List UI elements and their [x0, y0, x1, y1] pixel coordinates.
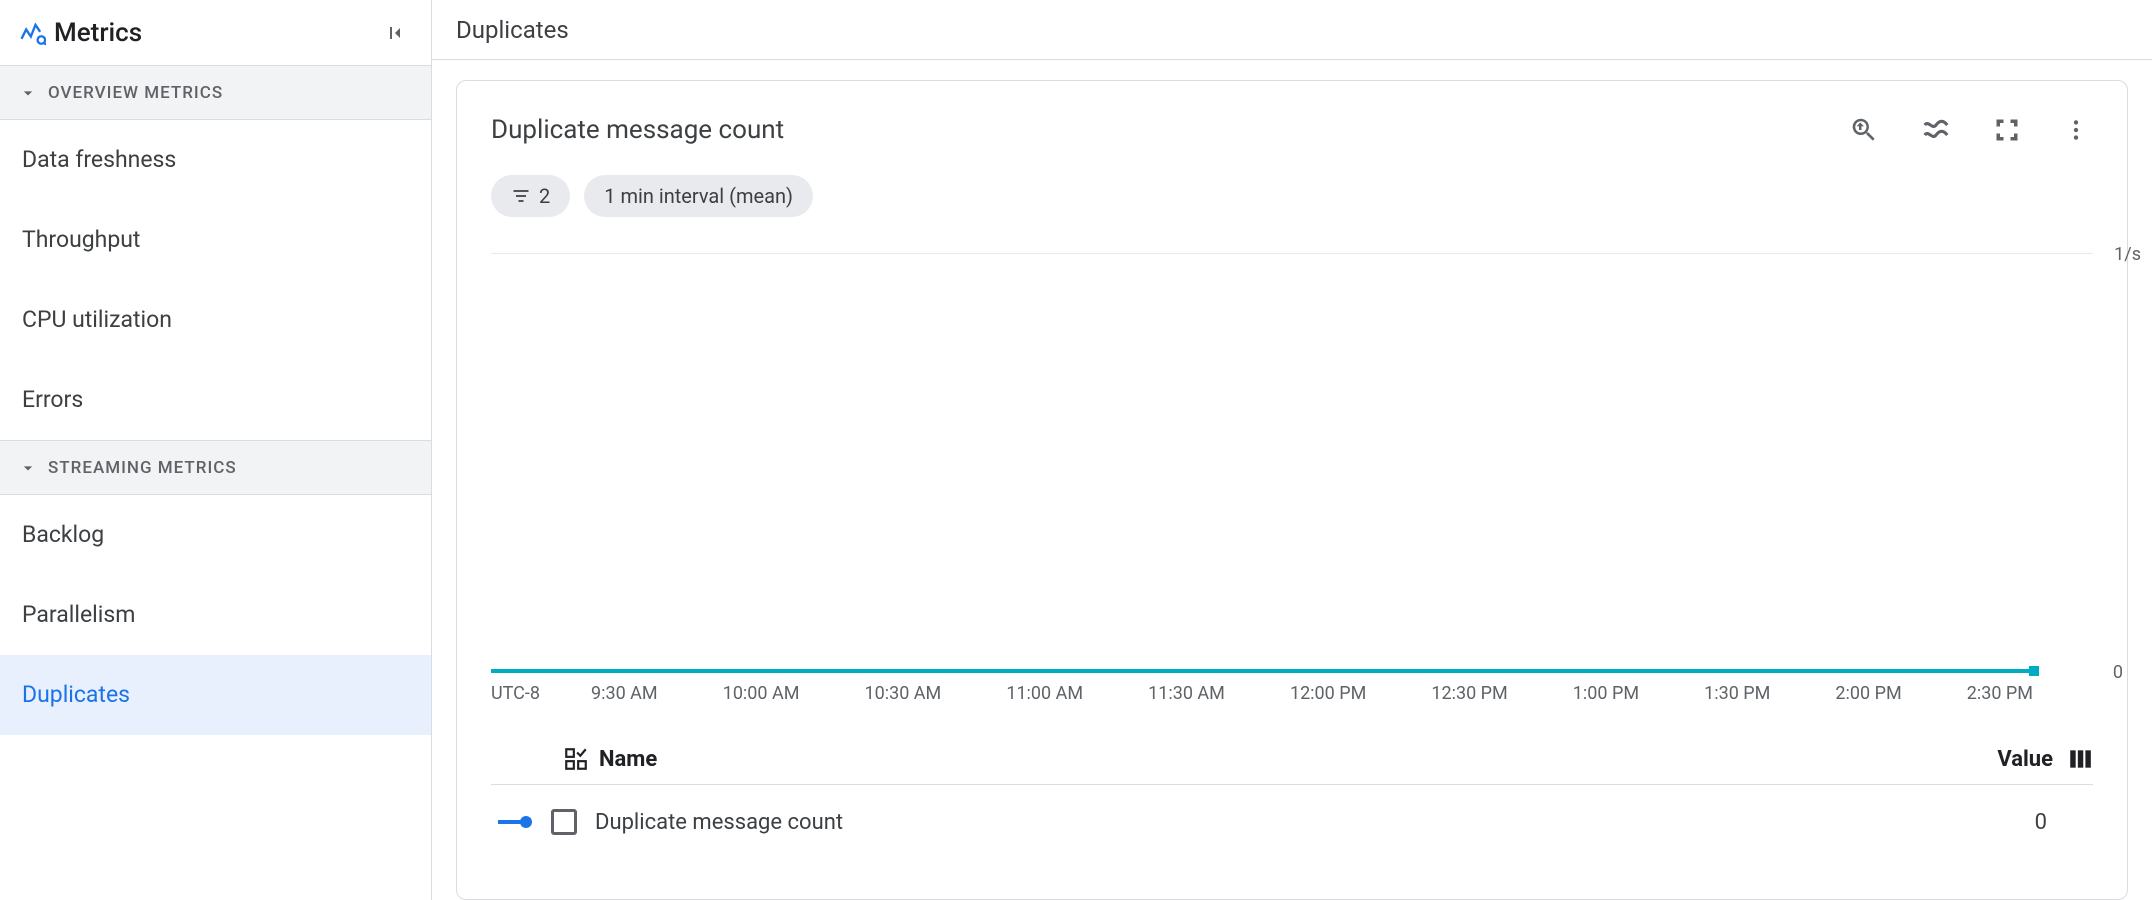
x-tick: 11:00 AM — [1006, 683, 1083, 704]
page-title: Duplicates — [456, 16, 569, 44]
chart-series-line — [491, 669, 2033, 673]
x-tick: 12:00 PM — [1290, 683, 1366, 704]
chevron-down-icon — [18, 458, 38, 478]
card-title: Duplicate message count — [491, 115, 784, 145]
legend-swatch — [491, 820, 533, 824]
x-tick: 12:30 PM — [1431, 683, 1507, 704]
sidebar: Metrics OVERVIEW METRICS Data freshness … — [0, 0, 432, 900]
chart: 1/s 0 UTC-8 9:30 AM 10:00 AM 10:30 AM 11… — [491, 253, 2093, 704]
chart-area[interactable]: 1/s 0 — [491, 253, 2093, 673]
main: Duplicates Duplicate message count — [432, 0, 2152, 900]
section-label: OVERVIEW METRICS — [48, 83, 223, 103]
filter-icon — [511, 186, 531, 206]
col-value-header[interactable]: Value — [1997, 746, 2093, 772]
filter-count: 2 — [539, 184, 550, 208]
x-tick: 2:30 PM — [1967, 683, 2033, 704]
nav-item-errors[interactable]: Errors — [0, 360, 431, 440]
x-tick: 10:30 AM — [865, 683, 942, 704]
x-tick: 10:00 AM — [723, 683, 800, 704]
filter-chip[interactable]: 2 — [491, 175, 570, 217]
reset-zoom-button[interactable] — [1845, 111, 1883, 149]
nav-group-streaming: Backlog Parallelism Duplicates — [0, 495, 431, 735]
row-checkbox[interactable] — [551, 809, 577, 835]
app-root: Metrics OVERVIEW METRICS Data freshness … — [0, 0, 2152, 900]
nav-item-duplicates[interactable]: Duplicates — [0, 655, 431, 735]
x-axis: UTC-8 9:30 AM 10:00 AM 10:30 AM 11:00 AM… — [491, 683, 2093, 704]
col-name-header[interactable]: Name — [563, 746, 657, 772]
nav-item-backlog[interactable]: Backlog — [0, 495, 431, 575]
fullscreen-button[interactable] — [1989, 112, 2025, 148]
metrics-icon — [18, 19, 54, 47]
sidebar-title: Metrics — [54, 18, 377, 48]
nav-item-cpu-utilization[interactable]: CPU utilization — [0, 280, 431, 360]
x-tick: 11:30 AM — [1148, 683, 1225, 704]
row-name: Duplicate message count — [595, 810, 843, 835]
interval-label: 1 min interval (mean) — [604, 184, 793, 208]
table-row: Duplicate message count 0 — [491, 785, 2093, 859]
nav-group-overview: Data freshness Throughput CPU utilizatio… — [0, 120, 431, 441]
collapse-sidebar-button[interactable] — [377, 15, 413, 51]
sidebar-header: Metrics — [0, 0, 431, 66]
chart-card: Duplicate message count — [456, 80, 2128, 900]
section-header-overview[interactable]: OVERVIEW METRICS — [0, 66, 431, 120]
legend-table: Name Value Duplicate message count 0 — [491, 734, 2093, 859]
x-tick: 9:30 AM — [591, 683, 658, 704]
more-options-button[interactable] — [2059, 113, 2093, 147]
chips-row: 2 1 min interval (mean) — [491, 175, 2093, 217]
content: Duplicate message count — [432, 60, 2152, 900]
grid-check-icon — [563, 746, 589, 772]
columns-icon — [2067, 746, 2093, 772]
chevron-down-icon — [18, 83, 38, 103]
timezone-label: UTC-8 — [491, 683, 591, 704]
y-axis-unit: 1/s — [2114, 244, 2141, 265]
interval-chip[interactable]: 1 min interval (mean) — [584, 175, 813, 217]
main-header: Duplicates — [432, 0, 2152, 60]
chart-end-marker — [2029, 666, 2039, 676]
section-header-streaming[interactable]: STREAMING METRICS — [0, 441, 431, 495]
legend-toggle-button[interactable] — [1917, 111, 1955, 149]
x-tick: 1:00 PM — [1573, 683, 1639, 704]
nav-item-throughput[interactable]: Throughput — [0, 200, 431, 280]
table-header: Name Value — [491, 734, 2093, 785]
baseline-value: 0 — [2113, 662, 2123, 683]
card-head: Duplicate message count — [491, 111, 2093, 149]
x-tick: 1:30 PM — [1704, 683, 1770, 704]
row-value: 0 — [2035, 810, 2047, 835]
x-tick: 2:00 PM — [1835, 683, 1901, 704]
x-ticks: 9:30 AM 10:00 AM 10:30 AM 11:00 AM 11:30… — [591, 683, 2033, 704]
nav-item-parallelism[interactable]: Parallelism — [0, 575, 431, 655]
card-actions — [1845, 111, 2093, 149]
section-label: STREAMING METRICS — [48, 458, 237, 478]
nav-item-data-freshness[interactable]: Data freshness — [0, 120, 431, 200]
